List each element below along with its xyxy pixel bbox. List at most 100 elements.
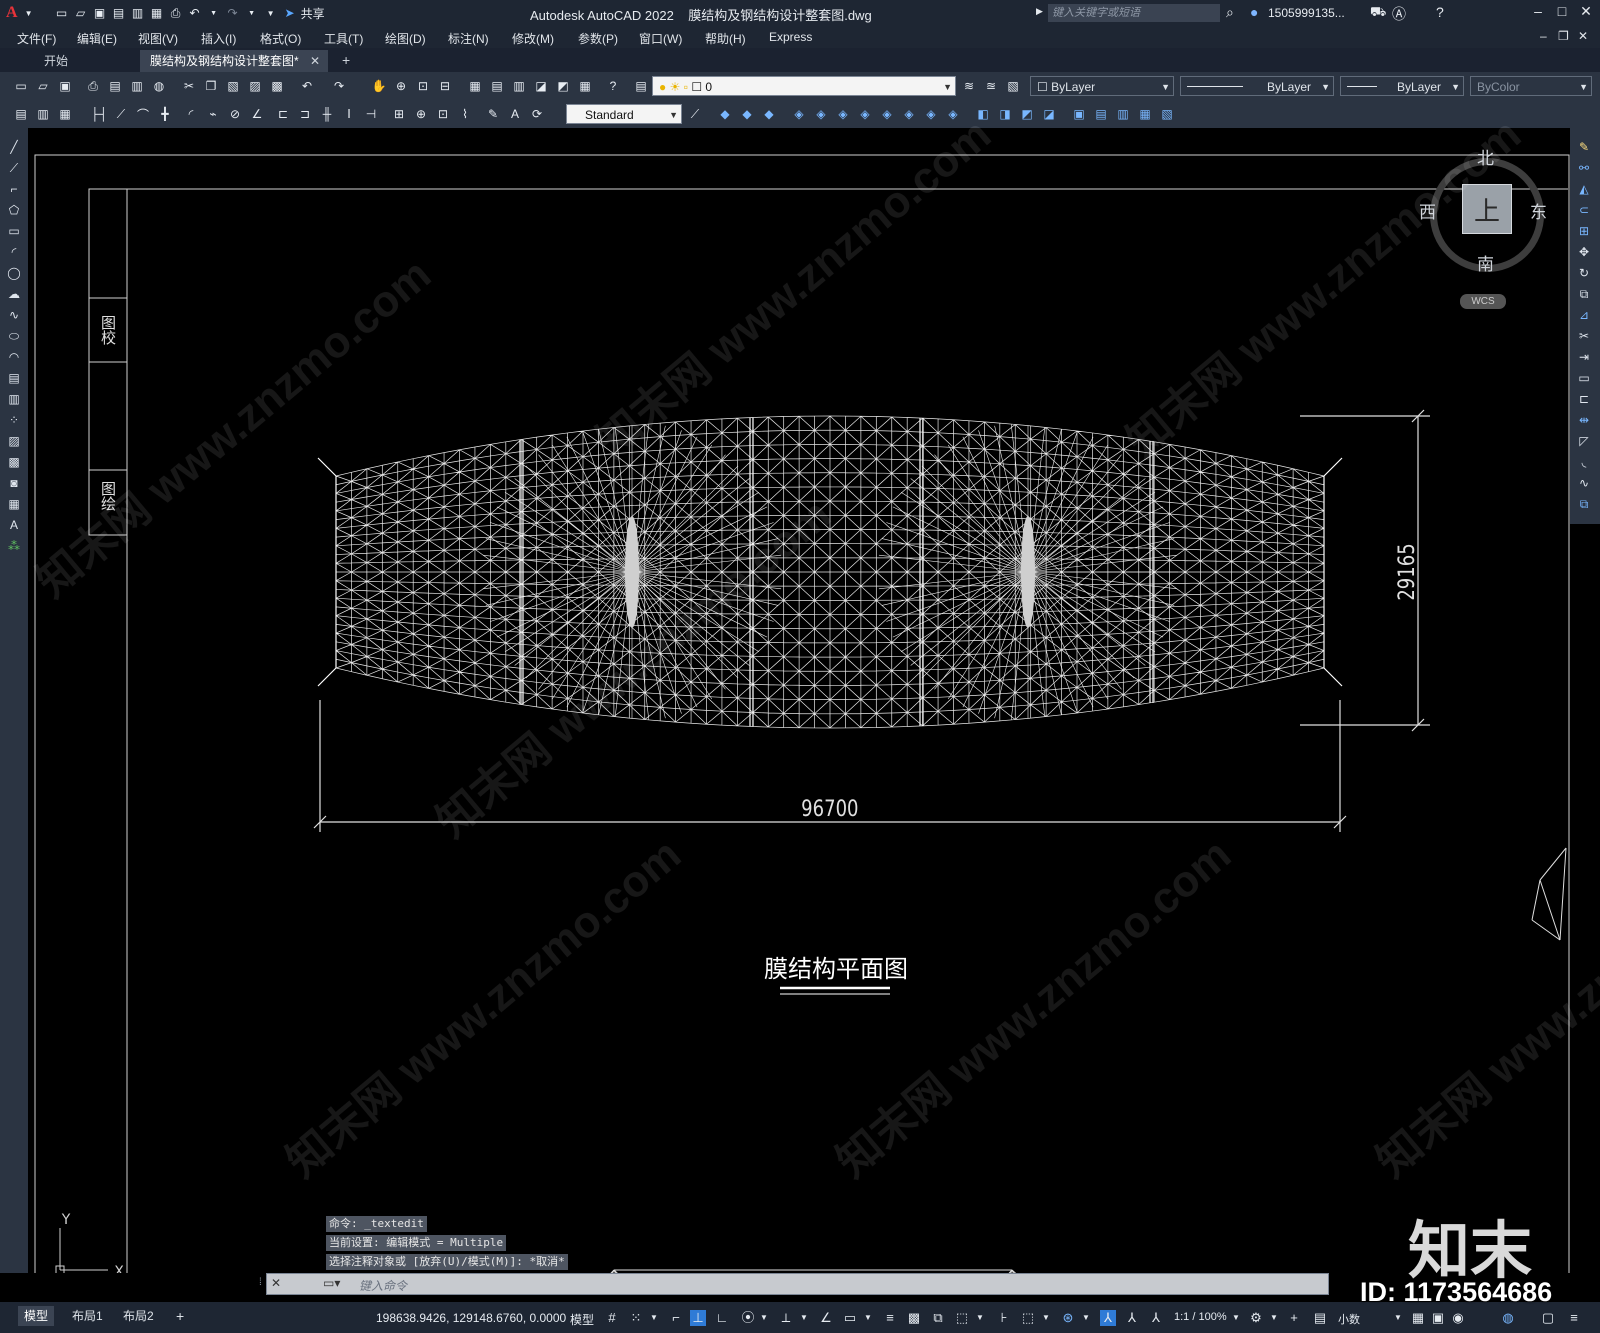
- grip-handle[interactable]: ⁞: [259, 1277, 262, 1288]
- chevron-right-icon[interactable]: ▶: [1036, 6, 1043, 17]
- annotation-scale-icon[interactable]: ⅄: [1148, 1310, 1164, 1326]
- dim-angular-icon[interactable]: ∠: [248, 105, 266, 123]
- title-block-label-1[interactable]: 图校: [99, 315, 117, 345]
- tab-model[interactable]: 模型: [18, 1306, 55, 1326]
- menu-edit[interactable]: 编辑(E): [77, 30, 117, 47]
- insert-block-icon[interactable]: ▤: [5, 369, 23, 387]
- dim-baseline-icon[interactable]: ⊐: [296, 105, 314, 123]
- chevron-down-icon[interactable]: ▼: [1228, 1310, 1244, 1326]
- make-block-icon[interactable]: ▥: [5, 390, 23, 408]
- annotation-scale-value[interactable]: 1:1 / 100%: [1174, 1311, 1227, 1323]
- command-input[interactable]: ⁞ ✕ ✕ ▭▾ 键入命令: [259, 1273, 1329, 1295]
- selection-cycling-icon[interactable]: ⧉: [930, 1310, 946, 1326]
- tab-start[interactable]: 开始: [18, 50, 138, 72]
- customize-wrench-icon[interactable]: ✕: [271, 1276, 281, 1290]
- zoom-previous-icon[interactable]: ⊟: [436, 77, 454, 95]
- add-layout-button[interactable]: +: [170, 1306, 190, 1326]
- cut-icon[interactable]: ✂: [180, 77, 198, 95]
- isodraft-icon[interactable]: ⟂: [778, 1310, 794, 1326]
- dim-width-text[interactable]: 96700: [801, 795, 858, 821]
- properties-icon[interactable]: ▦: [466, 77, 484, 95]
- lightbulb-icon[interactable]: ●: [659, 80, 666, 94]
- zoom-realtime-icon[interactable]: ⊕: [392, 77, 410, 95]
- dim-jogged-icon[interactable]: ⌁: [204, 105, 222, 123]
- plot-preview-icon[interactable]: ▤: [106, 77, 124, 95]
- dim-style-icon[interactable]: ⟋: [686, 105, 704, 123]
- menu-window[interactable]: 窗口(W): [639, 30, 682, 47]
- minimize-button[interactable]: –: [1528, 3, 1548, 21]
- annotation-visibility-icon[interactable]: ⅄: [1100, 1310, 1116, 1326]
- ellipse-arc-icon[interactable]: ◠: [5, 348, 23, 366]
- chevron-down-icon[interactable]: ▼: [1078, 1310, 1094, 1326]
- doc-restore-icon[interactable]: ❐: [1558, 29, 1569, 43]
- layer-previous-icon[interactable]: ≊: [982, 77, 1000, 95]
- dim-break-icon[interactable]: ⊣: [362, 105, 380, 123]
- chevron-down-icon[interactable]: ▼: [1266, 1310, 1282, 1326]
- polyline-icon[interactable]: ⌐: [5, 180, 23, 198]
- rectangle-icon[interactable]: ▭: [5, 222, 23, 240]
- linetype-dropdown[interactable]: ByLayer ▼: [1180, 76, 1334, 96]
- help-icon[interactable]: ?: [1436, 4, 1444, 20]
- spline-icon[interactable]: ∿: [5, 306, 23, 324]
- add-selected-icon[interactable]: ⁂: [5, 537, 23, 555]
- wcs-menu[interactable]: WCS: [1460, 294, 1506, 309]
- region-icon[interactable]: ◙: [5, 474, 23, 492]
- plot-icon[interactable]: ⎙: [84, 77, 102, 95]
- autodesk-app-icon[interactable]: Ⓐ: [1392, 4, 1406, 24]
- tab-layout1[interactable]: 布局1: [66, 1306, 109, 1326]
- design-center-icon[interactable]: ▤: [488, 77, 506, 95]
- help-icon[interactable]: ?: [604, 77, 622, 95]
- dim-radius-icon[interactable]: ◜: [182, 105, 200, 123]
- menu-file[interactable]: 文件(F): [17, 30, 56, 47]
- menu-express[interactable]: Express: [769, 30, 812, 44]
- pan-icon[interactable]: ✋: [370, 77, 388, 95]
- match-properties-icon[interactable]: ▨: [246, 77, 264, 95]
- center-mark-icon[interactable]: ⊕: [412, 105, 430, 123]
- ungroup-icon[interactable]: ▥: [1114, 105, 1132, 123]
- mirror-icon[interactable]: ◆: [760, 105, 778, 123]
- polygon-icon[interactable]: ⬠: [5, 201, 23, 219]
- sheet-set-icon[interactable]: ◪: [532, 77, 550, 95]
- tab-active-drawing[interactable]: 膜结构及钢结构设计整套图* ✕: [140, 50, 328, 72]
- globe-icon[interactable]: ◍: [150, 77, 168, 95]
- plotstyle-dropdown[interactable]: ByColor ▼: [1470, 76, 1592, 96]
- units-icon[interactable]: ▤: [1312, 1310, 1328, 1326]
- ortho-icon[interactable]: ∟: [714, 1310, 730, 1326]
- inspect-icon[interactable]: ⊡: [434, 105, 452, 123]
- copy-icon[interactable]: ❐: [202, 77, 220, 95]
- isolate-objects-icon[interactable]: ◉: [1450, 1310, 1466, 1326]
- layer-properties-icon[interactable]: ▤: [632, 77, 650, 95]
- customization-icon[interactable]: ≡: [1566, 1310, 1582, 1326]
- units-value[interactable]: 小数: [1338, 1311, 1360, 1327]
- rotate-icon[interactable]: ◈: [856, 105, 874, 123]
- grid-icon[interactable]: #: [604, 1310, 620, 1326]
- chevron-down-icon[interactable]: ▼: [1579, 77, 1588, 97]
- search-input[interactable]: 键入关键字或短语: [1048, 4, 1220, 22]
- chamfer-icon[interactable]: ◩: [1018, 105, 1036, 123]
- menu-format[interactable]: 格式(O): [260, 30, 301, 47]
- chevron-down-icon[interactable]: ▼: [860, 1310, 876, 1326]
- layer-state-icon[interactable]: ▧: [1004, 77, 1022, 95]
- menu-insert[interactable]: 插入(I): [201, 30, 236, 47]
- make-layer-current-icon[interactable]: ≋: [960, 77, 978, 95]
- color-dropdown[interactable]: ☐ ByLayer ▼: [1030, 76, 1174, 96]
- lock-ui-icon[interactable]: ▣: [1430, 1310, 1446, 1326]
- undo-icon[interactable]: ↶: [298, 77, 316, 95]
- chevron-down-icon[interactable]: ▼: [669, 105, 678, 125]
- plus-icon[interactable]: +: [1286, 1310, 1302, 1326]
- arc-icon[interactable]: ◜: [5, 243, 23, 261]
- compass-east[interactable]: 东: [1530, 198, 1547, 223]
- scale-icon[interactable]: ◈: [878, 105, 896, 123]
- fillet-icon[interactable]: ◪: [1040, 105, 1058, 123]
- object-snap-tracking-icon[interactable]: ∠: [818, 1310, 834, 1326]
- erase-icon[interactable]: ◆: [716, 105, 734, 123]
- object-snap-icon[interactable]: ▭: [842, 1310, 858, 1326]
- dynamic-input-icon[interactable]: ⊥: [690, 1310, 706, 1326]
- dim-space-icon[interactable]: Ⅰ: [340, 105, 358, 123]
- chevron-down-icon[interactable]: ▼: [1038, 1310, 1054, 1326]
- snap-icon[interactable]: ⁙: [628, 1310, 644, 1326]
- join-icon[interactable]: ◨: [996, 105, 1014, 123]
- offset-icon[interactable]: ◈: [790, 105, 808, 123]
- menu-view[interactable]: 视图(V): [138, 30, 178, 47]
- lineweight-dropdown[interactable]: ByLayer ▼: [1340, 76, 1464, 96]
